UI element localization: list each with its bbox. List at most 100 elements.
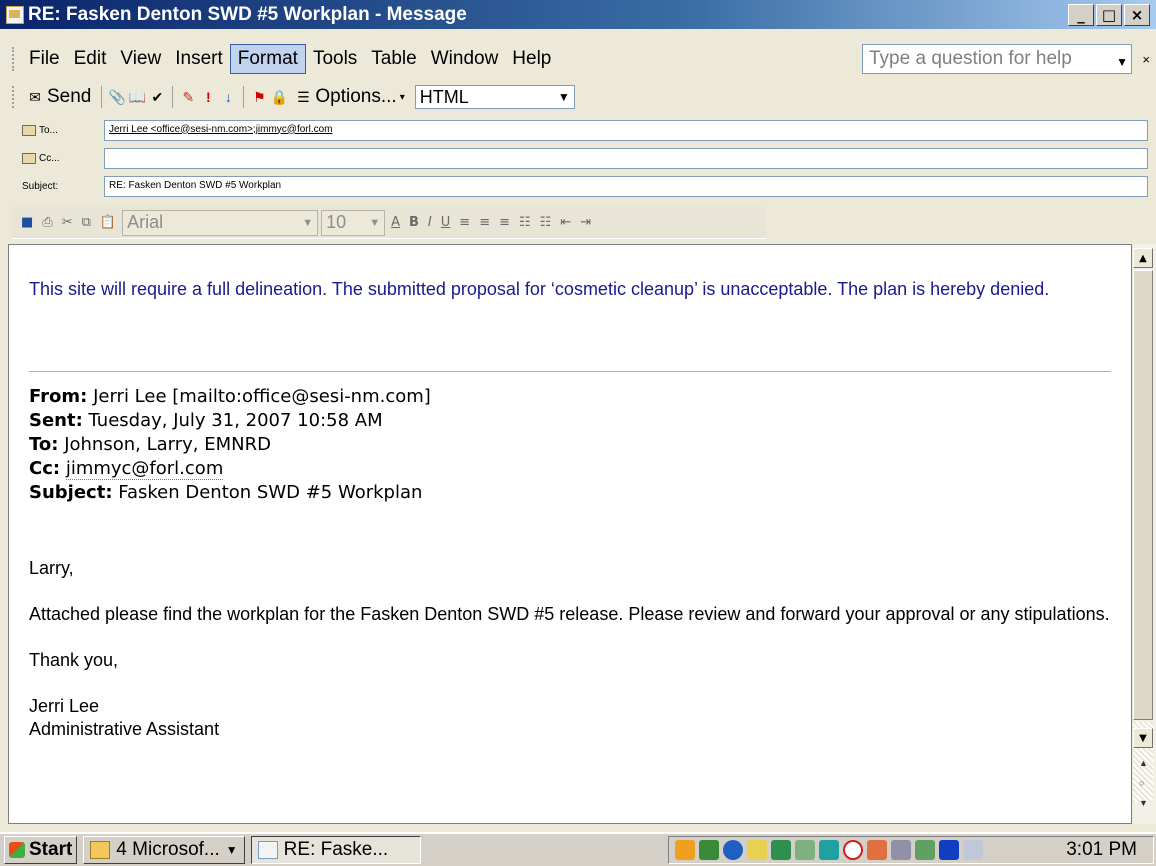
font-color-icon[interactable]: A	[388, 215, 403, 230]
font-size-select[interactable]: 10 ▼	[321, 209, 386, 236]
toolbar-separator	[243, 86, 245, 108]
taskbar-active-task[interactable]: RE: Faske...	[250, 836, 421, 864]
to-row: To... Jerri Lee <office@sesi-nm.com>;jim…	[0, 119, 1156, 141]
maximize-button[interactable]: □	[1096, 4, 1122, 26]
message-format-select[interactable]: HTML ▼	[414, 85, 575, 109]
tray-notes-icon[interactable]	[747, 840, 767, 860]
decrease-indent-icon[interactable]: ⇤	[557, 215, 574, 230]
from-label: From:	[29, 386, 88, 407]
help-search-input[interactable]: Type a question for help	[862, 44, 1132, 74]
tray-display-icon[interactable]	[963, 840, 983, 860]
tray-update-icon[interactable]	[795, 840, 815, 860]
attach-icon[interactable]: 📎	[108, 88, 126, 106]
minimize-button[interactable]: _	[1068, 4, 1094, 26]
message-format-value: HTML	[419, 86, 469, 107]
menu-help[interactable]: Help	[505, 45, 558, 73]
tray-sync-icon[interactable]	[771, 840, 791, 860]
numbered-list-icon[interactable]: ☷	[516, 215, 534, 230]
taskbar-group-button[interactable]: 4 Microsof... ▼	[83, 836, 245, 864]
tray-clock-app-icon[interactable]	[675, 840, 695, 860]
message-icon	[257, 841, 278, 859]
cc-button[interactable]: Cc...	[22, 152, 60, 164]
check-names-icon[interactable]: ✔	[148, 88, 166, 106]
message-body[interactable]: This site will require a full delineatio…	[8, 244, 1132, 824]
save-icon[interactable]: ■	[18, 215, 36, 230]
menu-insert[interactable]: Insert	[168, 45, 230, 73]
menu-table[interactable]: Table	[364, 45, 423, 73]
menu-bar: File Edit View Insert Format Tools Table…	[0, 42, 1156, 76]
copy-icon[interactable]: ⧉	[79, 215, 94, 230]
menu-edit[interactable]: Edit	[67, 45, 114, 73]
high-importance-icon[interactable]: !	[199, 88, 217, 106]
close-button[interactable]: ×	[1124, 4, 1150, 26]
menu-grip[interactable]	[12, 47, 16, 71]
cc-value[interactable]: jimmyc@forl.com	[65, 458, 224, 480]
next-object-icon[interactable]: ▼	[1139, 798, 1148, 808]
tray-tool-icon[interactable]	[915, 840, 935, 860]
menu-file[interactable]: File	[22, 45, 67, 73]
cut-icon[interactable]: ✂	[59, 215, 76, 230]
signature-icon[interactable]: ✎	[179, 88, 197, 106]
scroll-thumb[interactable]	[1133, 270, 1153, 720]
start-label: Start	[29, 839, 73, 860]
scroll-down-button[interactable]: ▼	[1133, 728, 1153, 748]
scroll-up-button[interactable]: ▲	[1133, 248, 1153, 268]
windows-logo-icon	[9, 842, 25, 858]
sent-label: Sent:	[29, 410, 83, 431]
original-message-body: Larry, Attached please find the workplan…	[29, 557, 1119, 741]
to-field[interactable]: Jerri Lee <office@sesi-nm.com>;jimmyc@fo…	[104, 119, 1148, 141]
subject-field[interactable]: RE: Fasken Denton SWD #5 Workplan	[104, 175, 1148, 197]
permission-icon[interactable]: 🔒	[270, 88, 288, 106]
cc-field[interactable]	[104, 147, 1148, 169]
send-button[interactable]: ✉ Send	[22, 85, 95, 109]
start-button[interactable]: Start	[4, 836, 78, 864]
font-name-value: Arial	[127, 212, 164, 232]
select-browse-object-icon[interactable]: ○	[1139, 778, 1144, 788]
font-size-value: 10	[326, 212, 347, 232]
menu-format[interactable]: Format	[229, 44, 306, 74]
message-toolbar: ✉ Send 📎 📖 ✔ ✎ ! ↓ ⚑ 🔒 ☰ Options... ▾ HT…	[0, 82, 680, 112]
tray-media-icon[interactable]	[939, 840, 959, 860]
toolbar-separator	[172, 86, 174, 108]
to-value: Johnson, Larry, EMNRD	[64, 434, 271, 455]
taskbar: Start 4 Microsof... ▼ RE: Faske... 3:01 …	[0, 832, 1156, 866]
print-icon[interactable]: ⎙	[39, 215, 55, 230]
menu-tools[interactable]: Tools	[306, 45, 364, 73]
low-importance-icon[interactable]: ↓	[219, 88, 237, 106]
tray-volume-icon[interactable]	[891, 840, 911, 860]
title-bar: RE: Fasken Denton SWD #5 Workplan - Mess…	[0, 0, 1156, 29]
help-dropdown-icon[interactable]: ▼	[1116, 55, 1128, 69]
message-window-icon	[6, 5, 24, 24]
tray-antivirus-icon[interactable]	[723, 840, 743, 860]
tray-security-icon[interactable]	[843, 840, 863, 860]
subject-label: Subject:	[22, 180, 59, 192]
menu-window[interactable]: Window	[424, 45, 506, 73]
system-clock: 3:01 PM	[1066, 839, 1137, 860]
previous-object-icon[interactable]: ▲	[1139, 758, 1148, 768]
to-button[interactable]: To...	[22, 124, 58, 136]
formatting-toolbar: ■ ⎙ ✂ ⧉ 📋 Arial ▼ 10 ▼ A B I U ≡ ≡ ≡ ☷ ☷…	[12, 207, 766, 239]
italic-icon[interactable]: I	[425, 215, 435, 230]
toolbar-grip[interactable]	[12, 86, 16, 108]
taskbar-group-label: 4 Microsof...	[116, 839, 220, 860]
vertical-scrollbar[interactable]: ▲ ▼ ▲ ○ ▼	[1133, 244, 1156, 824]
align-left-icon[interactable]: ≡	[456, 215, 473, 230]
bulleted-list-icon[interactable]: ☷	[537, 215, 555, 230]
reply-divider	[29, 371, 1111, 373]
tray-globe-icon[interactable]	[819, 840, 839, 860]
underline-icon[interactable]: U	[438, 215, 454, 230]
paste-icon[interactable]: 📋	[97, 215, 119, 230]
close-icon[interactable]: ×	[1142, 52, 1150, 67]
menu-view[interactable]: View	[113, 45, 168, 73]
options-button[interactable]: ☰ Options... ▾	[290, 85, 408, 109]
align-center-icon[interactable]: ≡	[476, 215, 493, 230]
font-name-select[interactable]: Arial ▼	[122, 209, 319, 236]
increase-indent-icon[interactable]: ⇥	[577, 215, 594, 230]
bold-icon[interactable]: B	[406, 215, 422, 230]
tray-network-icon[interactable]	[699, 840, 719, 860]
flag-icon[interactable]: ⚑	[250, 88, 268, 106]
align-right-icon[interactable]: ≡	[496, 215, 513, 230]
address-book-icon[interactable]: 📖	[128, 88, 146, 106]
system-tray: 3:01 PM	[668, 836, 1154, 864]
tray-messenger-icon[interactable]	[867, 840, 887, 860]
